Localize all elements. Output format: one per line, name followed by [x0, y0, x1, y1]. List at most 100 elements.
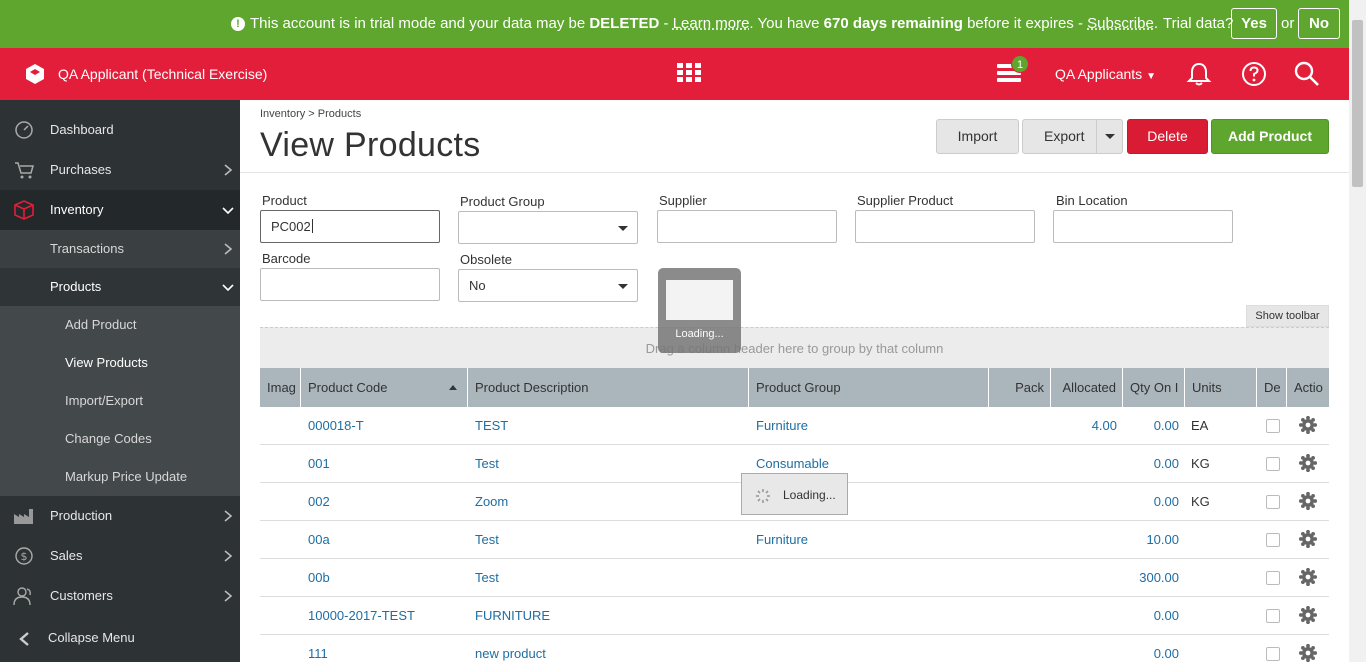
allocated-cell[interactable] — [1051, 559, 1117, 597]
allocated-cell[interactable]: 4.00 — [1051, 407, 1117, 445]
sidebar-item-dashboard[interactable]: Dashboard — [0, 110, 240, 150]
sidebar-item-sales[interactable]: $ Sales — [0, 536, 240, 576]
column-header-product-group[interactable]: Product Group — [749, 368, 989, 407]
allocated-cell[interactable] — [1051, 445, 1117, 483]
apps-grid-icon[interactable] — [677, 63, 701, 83]
export-button[interactable]: Export — [1022, 119, 1123, 154]
allocated-cell[interactable] — [1051, 597, 1117, 635]
allocated-cell[interactable] — [1051, 521, 1117, 559]
allocated-cell[interactable] — [1051, 635, 1117, 662]
bin-location-filter-input[interactable] — [1053, 210, 1233, 243]
table-row[interactable]: 111 new product 0.00 — [260, 635, 1329, 662]
product-code-cell[interactable]: 111 — [308, 635, 468, 662]
sidebar-item-customers[interactable]: Customers — [0, 576, 240, 616]
bell-icon[interactable] — [1186, 61, 1212, 87]
delete-checkbox[interactable] — [1266, 571, 1280, 585]
supplier-product-filter-input[interactable] — [855, 210, 1035, 243]
gear-icon[interactable] — [1299, 492, 1317, 510]
column-header-units[interactable]: Units — [1185, 368, 1257, 407]
sidebar-item-purchases[interactable]: Purchases — [0, 150, 240, 190]
page-scrollbar[interactable] — [1349, 0, 1366, 662]
allocated-cell[interactable] — [1051, 483, 1117, 521]
gear-icon[interactable] — [1299, 606, 1317, 624]
product-description-cell[interactable]: new product — [475, 635, 745, 662]
column-header-delete[interactable]: De — [1257, 368, 1287, 407]
add-product-button[interactable]: Add Product — [1211, 119, 1329, 154]
table-row[interactable]: 10000-2017-TEST FURNITURE 0.00 — [260, 597, 1329, 635]
subscribe-link[interactable]: Subscribe — [1087, 15, 1154, 32]
supplier-filter-input[interactable] — [657, 210, 837, 243]
qty-on-hand-cell[interactable]: 0.00 — [1123, 445, 1179, 483]
gear-icon[interactable] — [1299, 530, 1317, 548]
qty-on-hand-cell[interactable]: 300.00 — [1123, 559, 1179, 597]
sidebar-item-transactions[interactable]: Transactions — [0, 230, 240, 268]
column-header-product-code[interactable]: Product Code — [301, 368, 468, 407]
gear-icon[interactable] — [1299, 416, 1317, 434]
product-group-cell[interactable] — [756, 635, 986, 662]
caret-down-icon[interactable] — [1105, 134, 1115, 139]
qty-on-hand-cell[interactable]: 0.00 — [1123, 635, 1179, 662]
import-button[interactable]: Import — [936, 119, 1019, 154]
delete-checkbox[interactable] — [1266, 647, 1280, 661]
sidebar-item-production[interactable]: Production — [0, 496, 240, 536]
sidebar-item-inventory[interactable]: Inventory — [0, 190, 240, 230]
qty-on-hand-cell[interactable]: 0.00 — [1123, 407, 1179, 445]
qty-on-hand-cell[interactable]: 10.00 — [1123, 521, 1179, 559]
column-header-product-description[interactable]: Product Description — [468, 368, 749, 407]
delete-checkbox[interactable] — [1266, 495, 1280, 509]
product-group-select[interactable] — [458, 211, 638, 244]
product-description-cell[interactable]: FURNITURE — [475, 597, 745, 635]
company-name[interactable]: QA Applicant (Technical Exercise) — [58, 66, 267, 82]
gear-icon[interactable] — [1299, 568, 1317, 586]
product-code-cell[interactable]: 002 — [308, 483, 468, 521]
product-code-cell[interactable]: 00a — [308, 521, 468, 559]
trial-yes-button[interactable]: Yes — [1231, 8, 1277, 39]
gear-icon[interactable] — [1299, 454, 1317, 472]
sidebar-item-view-products[interactable]: View Products — [0, 344, 240, 382]
product-group-cell[interactable] — [756, 597, 986, 635]
sidebar-item-change-codes[interactable]: Change Codes — [0, 420, 240, 458]
product-group-cell[interactable] — [756, 559, 986, 597]
trial-no-button[interactable]: No — [1298, 8, 1340, 39]
table-row[interactable]: 00b Test 300.00 — [260, 559, 1329, 597]
product-code-cell[interactable]: 000018-T — [308, 407, 468, 445]
product-description-cell[interactable]: TEST — [475, 407, 745, 445]
column-header-qty-on-hand[interactable]: Qty On I — [1123, 368, 1185, 407]
column-header-allocated[interactable]: Allocated — [1051, 368, 1123, 407]
delete-checkbox[interactable] — [1266, 457, 1280, 471]
delete-checkbox[interactable] — [1266, 419, 1280, 433]
company-logo-icon[interactable] — [24, 63, 46, 85]
breadcrumb[interactable]: Inventory > Products — [260, 108, 361, 120]
product-group-cell[interactable]: Furniture — [756, 521, 986, 559]
sidebar-item-import-export[interactable]: Import/Export — [0, 382, 240, 420]
delete-checkbox[interactable] — [1266, 609, 1280, 623]
column-header-image[interactable]: Imag — [260, 368, 301, 407]
product-description-cell[interactable]: Test — [475, 559, 745, 597]
product-code-cell[interactable]: 00b — [308, 559, 468, 597]
product-description-cell[interactable]: Test — [475, 445, 745, 483]
product-group-cell[interactable]: Furniture — [756, 407, 986, 445]
delete-button[interactable]: Delete — [1127, 119, 1208, 154]
search-icon[interactable] — [1293, 60, 1321, 88]
show-toolbar-button[interactable]: Show toolbar — [1246, 305, 1329, 327]
table-row[interactable]: 00a Test Furniture 10.00 — [260, 521, 1329, 559]
scrollbar-thumb[interactable] — [1352, 20, 1363, 187]
learn-more-link[interactable]: Learn more — [673, 15, 750, 32]
product-code-cell[interactable]: 10000-2017-TEST — [308, 597, 468, 635]
user-menu[interactable]: QA Applicants ▼ — [1055, 66, 1156, 82]
product-description-cell[interactable]: Test — [475, 521, 745, 559]
gear-icon[interactable] — [1299, 644, 1317, 662]
barcode-filter-input[interactable] — [260, 268, 440, 301]
qty-on-hand-cell[interactable]: 0.00 — [1123, 597, 1179, 635]
obsolete-select[interactable]: No — [458, 269, 638, 302]
help-icon[interactable] — [1241, 61, 1267, 87]
sidebar-item-markup-price-update[interactable]: Markup Price Update — [0, 458, 240, 496]
product-filter-input[interactable]: PC002 — [260, 210, 440, 243]
qty-on-hand-cell[interactable]: 0.00 — [1123, 483, 1179, 521]
group-by-drop-area[interactable]: Drag a column header here to group by th… — [260, 327, 1329, 368]
product-description-cell[interactable]: Zoom — [475, 483, 745, 521]
collapse-menu-button[interactable]: Collapse Menu — [0, 616, 240, 662]
sidebar-item-add-product[interactable]: Add Product — [0, 306, 240, 344]
delete-checkbox[interactable] — [1266, 533, 1280, 547]
column-header-pack[interactable]: Pack — [989, 368, 1051, 407]
